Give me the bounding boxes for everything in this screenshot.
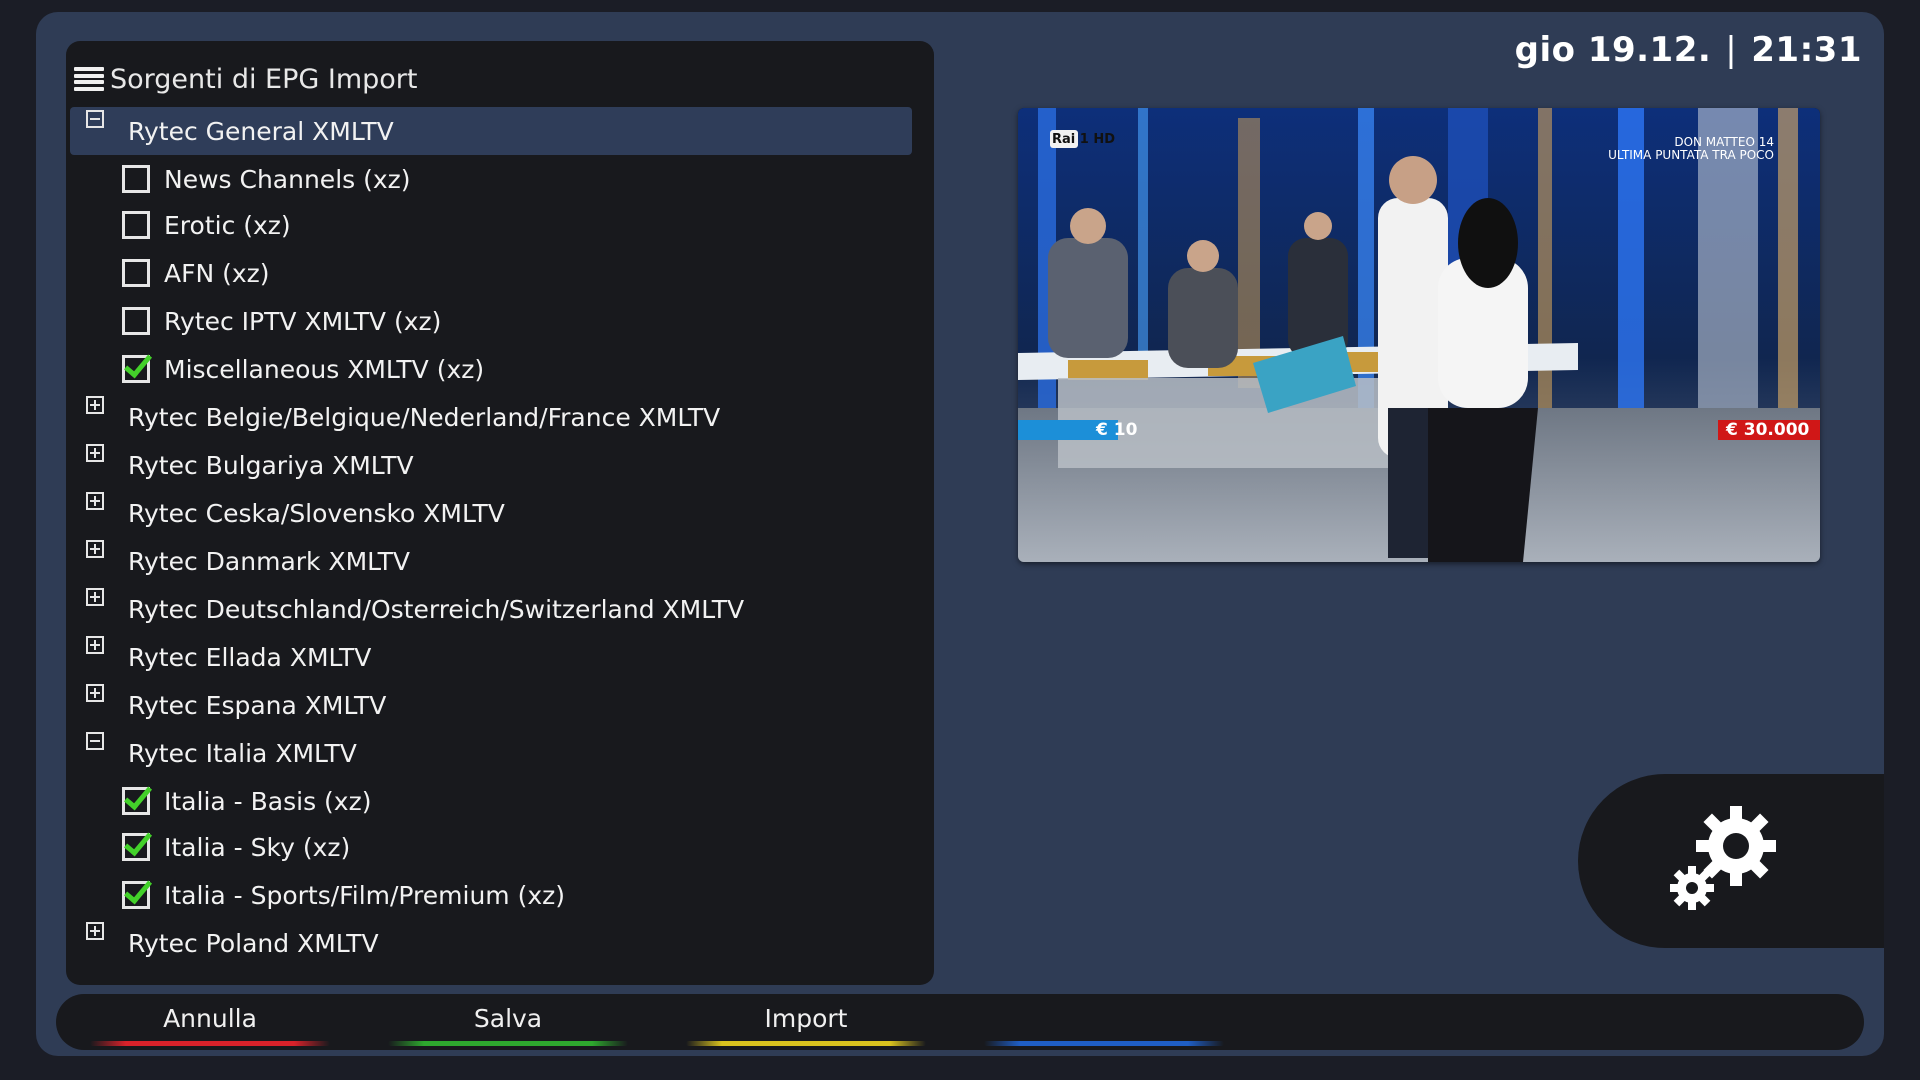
right-amount: € 30.000	[1726, 420, 1810, 440]
program-promo: DON MATTEO 14 ULTIMA PUNTATA TRA POCO	[1608, 136, 1774, 162]
source-item-row[interactable]: Italia - Sports/Film/Premium (xz)	[70, 871, 912, 919]
button-color-bar	[984, 1041, 1224, 1046]
blue-button[interactable]	[964, 994, 1244, 1046]
checkbox-unchecked-icon[interactable]	[122, 307, 150, 335]
group-label: Rytec Ellada XMLTV	[128, 642, 372, 672]
checkbox-unchecked-icon[interactable]	[122, 259, 150, 287]
group-label: Rytec Deutschland/Osterreich/Switzerland…	[128, 594, 745, 624]
expand-icon[interactable]	[86, 636, 104, 654]
item-label: Italia - Basis (xz)	[164, 786, 372, 816]
item-label: Italia - Sky (xz)	[164, 832, 351, 862]
panel-header: Sorgenti di EPG Import	[74, 59, 418, 99]
group-label: Rytec Espana XMLTV	[128, 690, 387, 720]
source-item-row[interactable]: Erotic (xz)	[70, 201, 912, 249]
item-label: Miscellaneous XMLTV (xz)	[164, 354, 485, 384]
checkbox-checked-icon[interactable]	[122, 833, 150, 861]
item-label: News Channels (xz)	[164, 164, 411, 194]
checkbox-unchecked-icon[interactable]	[122, 211, 150, 239]
red-button-annulla[interactable]: Annulla	[70, 994, 350, 1046]
collapse-icon[interactable]	[86, 110, 104, 128]
source-group-row[interactable]: Rytec Italia XMLTV	[70, 729, 912, 777]
button-label: Import	[764, 1003, 848, 1033]
source-item-row[interactable]: News Channels (xz)	[70, 155, 912, 203]
button-color-bar	[388, 1041, 628, 1046]
group-label: Rytec Poland XMLTV	[128, 928, 379, 958]
button-color-bar	[686, 1041, 926, 1046]
clock: gio 19.12. | 21:31	[1515, 30, 1862, 70]
expand-icon[interactable]	[86, 684, 104, 702]
left-amount: € 10	[1096, 420, 1138, 440]
channel-logo: Rai 1 HD	[1052, 132, 1116, 147]
source-item-row[interactable]: Rytec IPTV XMLTV (xz)	[70, 297, 912, 345]
collapse-icon[interactable]	[86, 732, 104, 750]
color-button-bar: Annulla Salva Import	[56, 994, 1864, 1050]
checkbox-checked-icon[interactable]	[122, 787, 150, 815]
source-group-row[interactable]: Rytec Poland XMLTV	[70, 919, 912, 967]
clock-time: 21:31	[1751, 30, 1862, 70]
expand-icon[interactable]	[86, 540, 104, 558]
source-item-row[interactable]: Italia - Sky (xz)	[70, 823, 912, 871]
epg-sources-panel: Sorgenti di EPG Import Rytec General XML…	[66, 41, 934, 985]
expand-icon[interactable]	[86, 492, 104, 510]
source-group-row[interactable]: Rytec Ellada XMLTV	[70, 633, 912, 681]
source-item-row[interactable]: Italia - Basis (xz)	[70, 777, 912, 825]
item-label: Erotic (xz)	[164, 210, 291, 240]
panel-title: Sorgenti di EPG Import	[110, 63, 418, 95]
clock-separator: |	[1725, 30, 1738, 70]
group-label: Rytec Belgie/Belgique/Nederland/France X…	[128, 402, 721, 432]
source-group-row[interactable]: Rytec General XMLTV	[70, 107, 912, 155]
button-color-bar	[90, 1041, 330, 1046]
item-label: Italia - Sports/Film/Premium (xz)	[164, 880, 566, 910]
group-label: Rytec Italia XMLTV	[128, 738, 357, 768]
source-group-row[interactable]: Rytec Deutschland/Osterreich/Switzerland…	[70, 585, 912, 633]
button-label: Salva	[473, 1003, 543, 1033]
source-item-row[interactable]: Miscellaneous XMLTV (xz)	[70, 345, 912, 393]
group-label: Rytec Bulgariya XMLTV	[128, 450, 414, 480]
checkbox-checked-icon[interactable]	[122, 881, 150, 909]
source-group-row[interactable]: Rytec Ceska/Slovensko XMLTV	[70, 489, 912, 537]
expand-icon[interactable]	[86, 588, 104, 606]
source-group-row[interactable]: Rytec Bulgariya XMLTV	[70, 441, 912, 489]
button-label: Annulla	[163, 1003, 257, 1033]
group-label: Rytec Danmark XMLTV	[128, 546, 411, 576]
item-label: Rytec IPTV XMLTV (xz)	[164, 306, 442, 336]
expand-icon[interactable]	[86, 922, 104, 940]
source-item-row[interactable]: AFN (xz)	[70, 249, 912, 297]
video-frame-image	[1018, 108, 1820, 562]
expand-icon[interactable]	[86, 396, 104, 414]
expand-icon[interactable]	[86, 444, 104, 462]
source-group-row[interactable]: Rytec Espana XMLTV	[70, 681, 912, 729]
group-label: Rytec Ceska/Slovensko XMLTV	[128, 498, 505, 528]
gears-icon	[1670, 806, 1776, 910]
group-label: Rytec General XMLTV	[128, 116, 394, 146]
green-button-salva[interactable]: Salva	[368, 994, 648, 1046]
promo-line-2: ULTIMA PUNTATA TRA POCO	[1608, 148, 1774, 162]
source-group-row[interactable]: Rytec Danmark XMLTV	[70, 537, 912, 585]
hamburger-menu-icon	[74, 67, 104, 91]
checkbox-checked-icon[interactable]	[122, 355, 150, 383]
item-label: AFN (xz)	[164, 258, 270, 288]
live-tv-preview: Rai 1 HD DON MATTEO 14 ULTIMA PUNTATA TR…	[1018, 108, 1820, 562]
settings-button[interactable]	[1578, 774, 1884, 948]
yellow-button-import[interactable]: Import	[666, 994, 946, 1046]
source-group-row[interactable]: Rytec Belgie/Belgique/Nederland/France X…	[70, 393, 912, 441]
checkbox-unchecked-icon[interactable]	[122, 165, 150, 193]
clock-date: gio 19.12.	[1514, 30, 1712, 70]
